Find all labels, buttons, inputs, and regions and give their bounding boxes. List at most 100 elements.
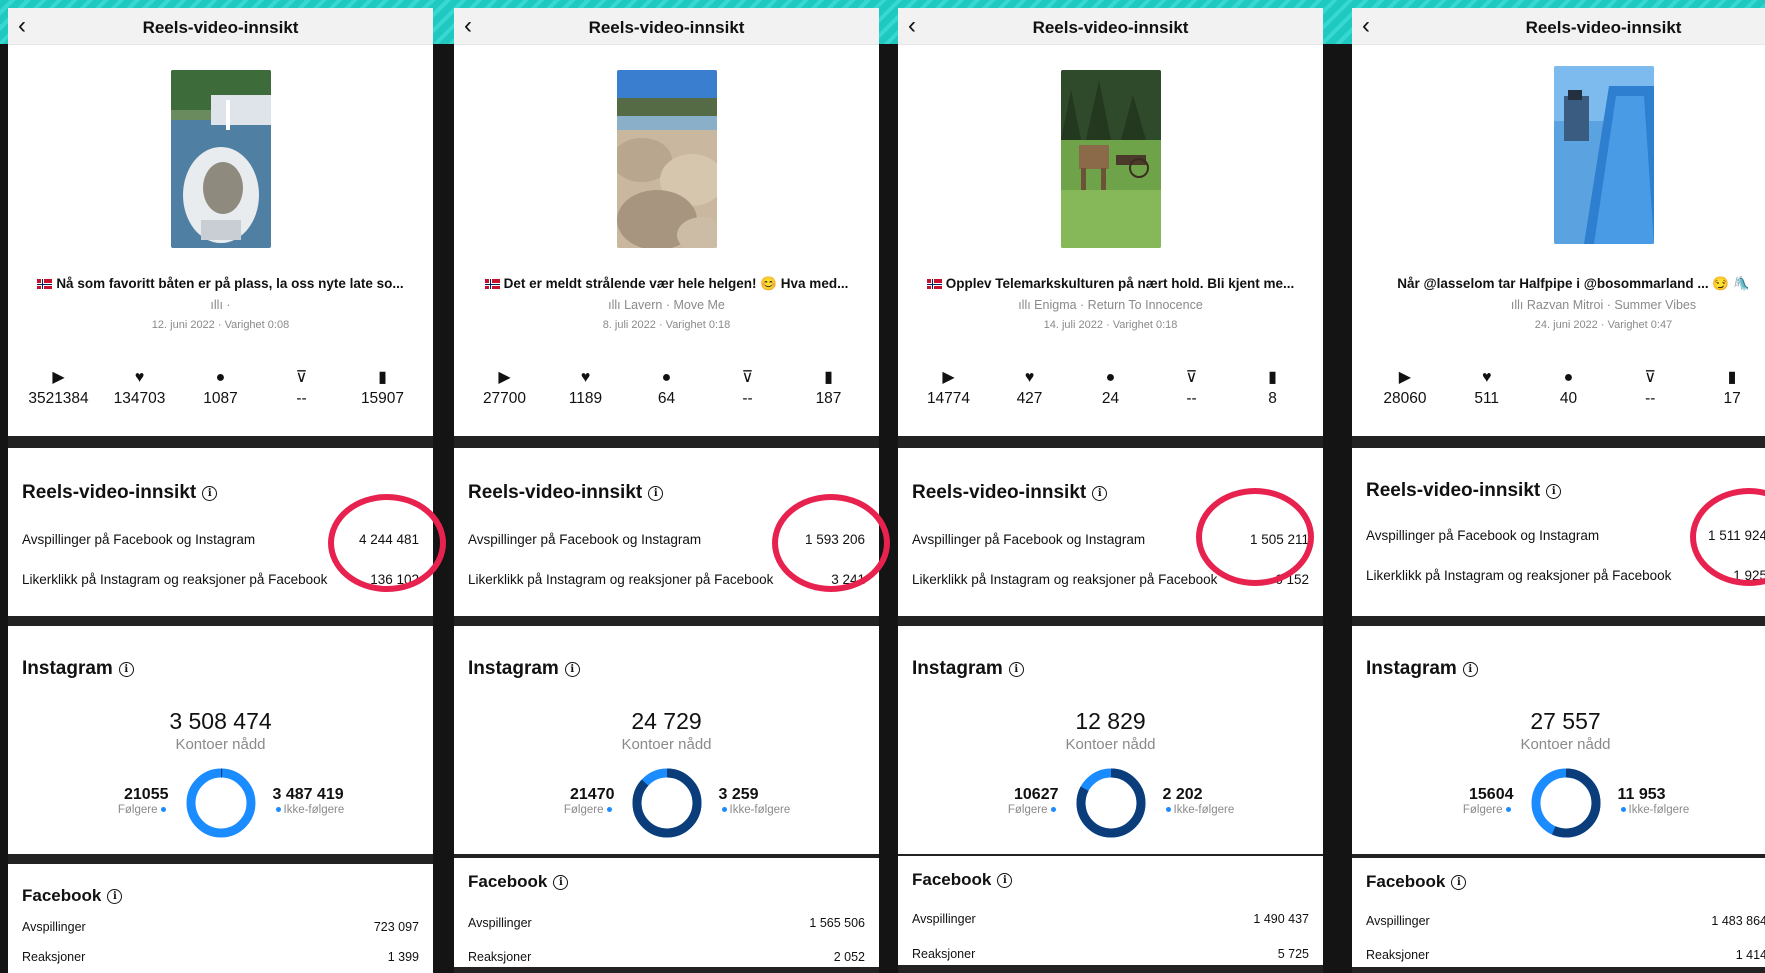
instagram-title: Instagram i bbox=[1366, 658, 1478, 680]
info-icon[interactable]: i bbox=[1451, 875, 1467, 890]
info-icon[interactable]: i bbox=[1092, 486, 1108, 501]
nav-bar: ‹ Reels-video-innsikt bbox=[8, 8, 433, 45]
info-icon[interactable]: i bbox=[648, 486, 664, 501]
reels-insights-title: Reels-video-innsikt i bbox=[912, 482, 1108, 504]
facebook-title: Facebook i bbox=[22, 886, 123, 906]
bookmark-icon: ▮ bbox=[824, 369, 833, 386]
facebook-reactions-row: Reaksjoner 2 052 bbox=[468, 950, 865, 964]
plays-row: Avspillinger på Facebook og Instagram 1 5… bbox=[468, 532, 865, 547]
reels-insights-title: Reels-video-innsikt i bbox=[22, 482, 218, 504]
publish-date: 24. juni 2022 · Varighet 0:47 bbox=[1534, 319, 1673, 331]
stat-comments: ● 64 bbox=[626, 368, 707, 408]
heart-icon: ♥ bbox=[1024, 369, 1035, 386]
instagram-title: Instagram i bbox=[468, 658, 580, 680]
non-followers-stat: 2 202 Ikke-følgere bbox=[1162, 786, 1235, 816]
reels-insights-card: Reels-video-innsikt i Avspillinger på Fac… bbox=[8, 448, 433, 616]
stat-saves: ▮ 187 bbox=[788, 368, 869, 408]
facebook-card: Facebook i Avspillinger 723 097 Reaksjoner… bbox=[8, 864, 433, 973]
facebook-card: Facebook i Avspillinger 1 483 864 Reaksjon… bbox=[1352, 858, 1765, 967]
info-icon[interactable]: i bbox=[118, 662, 134, 677]
facebook-reactions-row: Reaksjoner 1 414 bbox=[1366, 948, 1765, 962]
info-icon[interactable]: i bbox=[1462, 662, 1478, 677]
reel-caption: Opplev Telemarkskulturen på nært hold. B… bbox=[908, 276, 1313, 291]
info-icon[interactable]: i bbox=[564, 662, 580, 677]
reels-insights-card: Reels-video-innsikt i Avspillinger på Fac… bbox=[898, 448, 1323, 616]
stat-likes: ♥ 134703 bbox=[99, 368, 180, 408]
followers-donut-chart bbox=[1076, 768, 1145, 838]
stat-saves: ▮ 15907 bbox=[342, 368, 423, 408]
engagement-stats: ▶ 3521384 ♥ 134703 ● 1087 ⊽ -- ▮ 15907 bbox=[18, 368, 423, 408]
norwegian-flag-icon bbox=[926, 279, 942, 289]
accounts-reached-label: Kontoer nådd bbox=[1520, 736, 1611, 753]
likes-row: Likerklikk på Instagram og reaksjoner på… bbox=[22, 572, 419, 587]
stat-plays: ▶ 28060 bbox=[1364, 368, 1446, 408]
reel-thumbnail-slide[interactable] bbox=[1553, 66, 1654, 244]
info-icon[interactable]: i bbox=[1008, 662, 1024, 677]
comment-icon: ● bbox=[1105, 369, 1116, 386]
reel-summary-card: ‹ Reels-video-innsikt Opplev Telemarksku… bbox=[898, 8, 1323, 436]
audio-track[interactable]: ıllı · bbox=[8, 298, 433, 312]
instagram-card: Instagram i 12 829 Kontoer nådd 10627 Følg… bbox=[898, 626, 1323, 854]
followers-stat: 15604 Følgere bbox=[1462, 786, 1514, 816]
comment-icon: ● bbox=[661, 369, 672, 386]
stat-shares: ⊽ -- bbox=[707, 368, 788, 408]
info-icon[interactable]: i bbox=[997, 873, 1013, 888]
stat-plays: ▶ 27700 bbox=[464, 368, 545, 408]
heart-icon: ♥ bbox=[1481, 369, 1492, 386]
audio-track[interactable]: ıllı Enigma · Return To Innocence bbox=[898, 298, 1323, 312]
stat-shares: ⊽ -- bbox=[261, 368, 342, 408]
bookmark-icon: ▮ bbox=[378, 369, 387, 386]
share-icon: ⊽ bbox=[1185, 369, 1198, 386]
stat-plays: ▶ 14774 bbox=[908, 368, 989, 408]
comment-icon: ● bbox=[215, 369, 226, 386]
reels-insights-title: Reels-video-innsikt i bbox=[1366, 480, 1562, 502]
nav-bar: ‹ Reels-video-innsikt bbox=[1352, 8, 1765, 45]
bookmark-icon: ▮ bbox=[1727, 369, 1737, 386]
instagram-card: Instagram i 24 729 Kontoer nådd 21470 Følg… bbox=[454, 626, 879, 854]
facebook-title: Facebook i bbox=[912, 870, 1013, 890]
reels-insights-card: Reels-video-innsikt i Avspillinger på Fac… bbox=[454, 448, 879, 616]
followers-donut-chart bbox=[1531, 768, 1600, 838]
non-followers-stat: 11 953 Ikke-følgere bbox=[1617, 786, 1690, 816]
reel-caption: Nå som favoritt båten er på plass, la os… bbox=[18, 276, 423, 291]
stat-saves: ▮ 8 bbox=[1232, 368, 1313, 408]
comment-icon: ● bbox=[1563, 369, 1574, 386]
stat-comments: ● 40 bbox=[1528, 368, 1610, 408]
audio-track[interactable]: ıllı Razvan Mitroi · Summer Vibes bbox=[1352, 298, 1765, 312]
non-followers-stat: 3 487 419 Ikke-følgere bbox=[272, 786, 345, 816]
followers-donut-chart bbox=[632, 768, 701, 838]
reels-insights-title: Reels-video-innsikt i bbox=[468, 482, 664, 504]
share-icon: ⊽ bbox=[295, 369, 308, 386]
reel-thumbnail-rocks[interactable] bbox=[616, 70, 717, 248]
instagram-title: Instagram i bbox=[912, 658, 1024, 680]
info-icon[interactable]: i bbox=[1546, 484, 1562, 499]
info-icon[interactable]: i bbox=[553, 875, 569, 890]
reel-thumbnail-boat[interactable] bbox=[170, 70, 271, 248]
accounts-reached-value: 27 557 bbox=[1530, 708, 1601, 734]
audio-track[interactable]: ıllı Lavern · Move Me bbox=[454, 298, 879, 312]
reel-thumbnail-horse[interactable] bbox=[1060, 70, 1161, 248]
likes-row: Likerklikk på Instagram og reaksjoner på… bbox=[912, 572, 1309, 587]
engagement-stats: ▶ 27700 ♥ 1189 ● 64 ⊽ -- ▮ 187 bbox=[464, 368, 869, 408]
stat-likes: ♥ 1189 bbox=[545, 368, 626, 408]
info-icon[interactable]: i bbox=[107, 889, 123, 904]
facebook-plays-row: Avspillinger 1 490 437 bbox=[912, 912, 1309, 926]
accounts-reached-value: 12 829 bbox=[1075, 708, 1146, 734]
norwegian-flag-icon bbox=[484, 279, 500, 289]
page-title: Reels-video-innsikt bbox=[588, 18, 745, 37]
facebook-title: Facebook i bbox=[1366, 872, 1467, 892]
page-title: Reels-video-innsikt bbox=[1032, 18, 1189, 37]
plays-row: Avspillinger på Facebook og Instagram 4 2… bbox=[22, 532, 419, 547]
insight-panel-2: ‹ Reels-video-innsikt Det er meldt strål… bbox=[454, 8, 879, 973]
stat-comments: ● 24 bbox=[1070, 368, 1151, 408]
facebook-card: Facebook i Avspillinger 1 490 437 Reaksjon… bbox=[898, 856, 1323, 965]
likes-row: Likerklikk på Instagram og reaksjoner på… bbox=[1366, 568, 1765, 583]
stat-comments: ● 1087 bbox=[180, 368, 261, 408]
plays-row: Avspillinger på Facebook og Instagram 1 5… bbox=[1366, 528, 1765, 543]
info-icon[interactable]: i bbox=[202, 486, 218, 501]
insight-panel-3: ‹ Reels-video-innsikt Opplev Telemarksku… bbox=[898, 8, 1323, 973]
reel-caption: Det er meldt strålende vær hele helgen! … bbox=[464, 276, 869, 292]
bookmark-icon: ▮ bbox=[1268, 369, 1277, 386]
play-icon: ▶ bbox=[52, 369, 65, 386]
stat-likes: ♥ 427 bbox=[989, 368, 1070, 408]
